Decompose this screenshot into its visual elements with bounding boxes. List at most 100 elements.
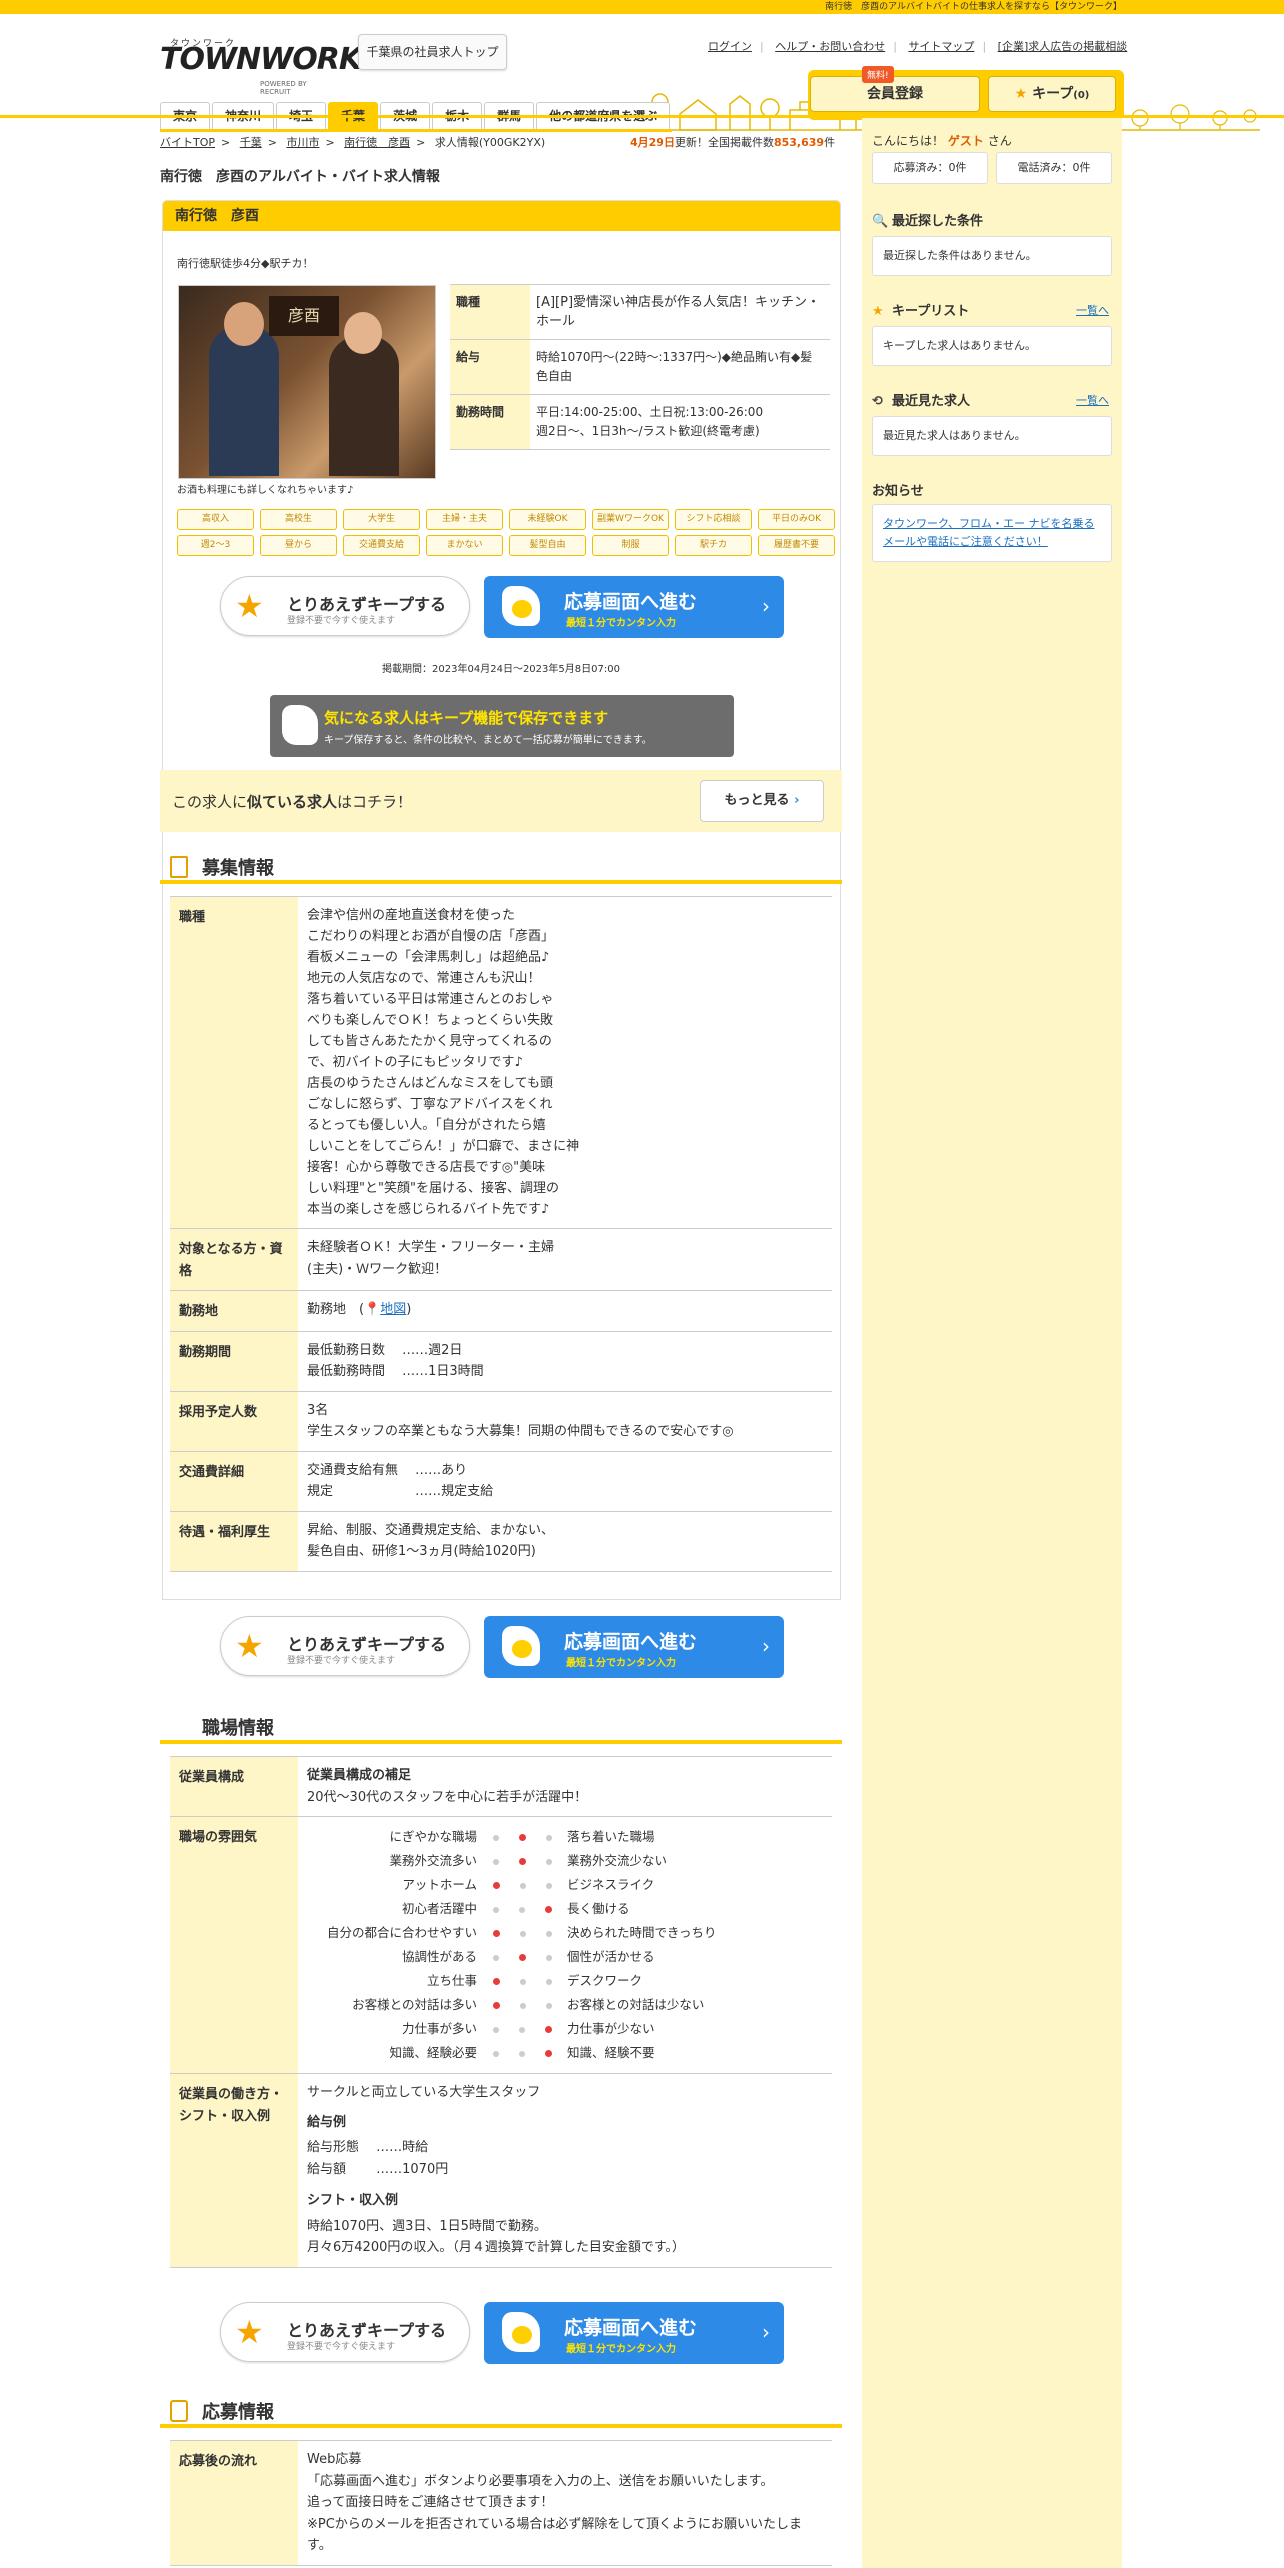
atmosphere-left: にぎやかな職場 [389, 1829, 477, 1845]
keeplist-link[interactable]: 一覧へ [1076, 302, 1109, 318]
apply-button[interactable]: 応募画面へ進む 最短１分でカンタン入力 › [484, 2302, 784, 2364]
atmosphere-scale [477, 1850, 567, 1872]
crumb-ichikawa[interactable]: 市川市 [286, 136, 319, 149]
row-value: サークルと両立している大学生スタッフ 給与例 給与形態 ……時給 給与額 ……1… [298, 2073, 832, 2268]
ad-inquiry-link[interactable]: [企業]求人広告の掲載相談 [998, 40, 1128, 53]
atmosphere-left: 力仕事が多い [401, 2021, 477, 2037]
scale-dot [544, 1906, 552, 1914]
star-icon: ★ [1014, 86, 1028, 102]
member-register-button[interactable]: 会員登録 [810, 76, 980, 112]
atmosphere-right: 落ち着いた職場 [567, 1829, 655, 1845]
star-icon: ★ [872, 304, 884, 319]
workplace-section-header: 職場情報 [160, 1708, 842, 1744]
scale-dot [492, 1858, 499, 1865]
summary-label: 職種 [450, 284, 530, 340]
atmosphere-right: 決められた時間できっちり [567, 1925, 717, 1941]
atmosphere-left: 初心者活躍中 [401, 1901, 477, 1917]
atmosphere-row: にぎやかな職場 落ち着いた職場 [307, 1825, 823, 1849]
row-value: 3名 学生スタッフの卒業ともなう大募集！同期の仲間もできるので安心です◎ [298, 1390, 832, 1452]
scale-dot [492, 1882, 500, 1890]
page-title: 南行徳 彦酉のアルバイト・バイト求人情報 [160, 169, 440, 185]
atmosphere-left: アットホーム [402, 1877, 477, 1893]
scale-dot [492, 1930, 500, 1938]
feature-tags: 高収入 高校生 大学生 主婦・主夫 未経験OK 副業WワークOK シフト応相談 … [177, 509, 837, 556]
crumb-shop[interactable]: 南行徳 彦酉 [344, 136, 410, 149]
scale-dot [519, 1978, 526, 1985]
apply-button[interactable]: 応募画面へ進む 最短１分でカンタン入力 › [484, 1616, 784, 1678]
scale-dot [519, 1930, 526, 1937]
tag: 主婦・主夫 [426, 509, 503, 530]
scale-dot [518, 1906, 525, 1913]
sitemap-link[interactable]: サイトマップ [908, 40, 974, 53]
keep-count: (0) [1073, 90, 1090, 101]
summary-label: 勤務時間 [450, 394, 530, 450]
update-info: 4月29日更新！全国掲載件数853,639件 [630, 136, 836, 149]
scale-dot [545, 1834, 552, 1841]
recent-search-box: 最近探した条件はありません。 [872, 236, 1112, 276]
keep-feature-banner[interactable]: 気になる求人はキープ機能で保存できます キープ保存すると、条件の比較や、まとめて一… [270, 695, 734, 757]
logo-by: POWERED BY RECRUIT [260, 80, 307, 96]
keep-job-button[interactable]: ★ とりあえずキープする 登録不要で今すぐ使えます [220, 2302, 470, 2362]
keep-header-button[interactable]: ★ キープ(0) [988, 76, 1116, 112]
login-link[interactable]: ログイン [708, 40, 752, 53]
recent-view-link[interactable]: 一覧へ [1076, 392, 1109, 408]
atmosphere-row: アットホーム ビジネスライク [307, 1873, 823, 1897]
atmosphere-row: 協調性がある 個性が活かせる [307, 1945, 823, 1969]
townwork-logo[interactable]: タウンワーク TOWNWORK POWERED BY RECRUIT [160, 28, 362, 96]
row-label: 勤務期間 [170, 1330, 298, 1392]
help-link[interactable]: ヘルプ・お問い合わせ [775, 40, 885, 53]
atmosphere-right: 力仕事が少ない [567, 2021, 655, 2037]
similar-text: この求人に似ている求人はコチラ！ [172, 793, 413, 811]
crumb-chiba[interactable]: 千葉 [240, 136, 262, 149]
row-label: 職場の雰囲気 [170, 1816, 298, 2074]
notice-link[interactable]: タウンワーク、フロム・エー ナビを名乗るメールや電話にご注意ください！ [883, 517, 1095, 548]
row-label: 応募後の流れ [170, 2440, 298, 2566]
row-value: 昇給、制服、交通費規定支給、まかない、 髪色自由、研修1～3ヵ月(時給1020円… [298, 1510, 832, 1572]
row-label: 勤務地 [170, 1290, 298, 1332]
map-link[interactable]: 地図 [380, 1302, 406, 1317]
atmosphere-left: 知識、経験必要 [389, 2045, 477, 2061]
photo-caption: お酒も料理にも詳しくなれちゃいます♪ [177, 485, 354, 496]
more-similar-button[interactable]: もっと見る › [700, 780, 824, 822]
free-badge: 無料! [862, 66, 894, 83]
summary-value: [A][P]愛情深い神店長が作る人気店！キッチン・ホール [530, 284, 830, 340]
scale-dot [518, 1834, 526, 1842]
scale-dot [518, 2050, 525, 2057]
row-value: 従業員構成の補足 20代～30代のスタッフを中心に若手が活躍中！ [298, 1756, 832, 1817]
regular-jobs-top-button[interactable]: 千葉県の社員求人トップ [358, 34, 507, 70]
atmosphere-scale [477, 2042, 567, 2064]
scale-dot [545, 1858, 552, 1865]
called-count[interactable]: 電話済み：0件 [996, 152, 1112, 184]
tag: 大学生 [343, 509, 420, 530]
scale-dot [492, 2026, 499, 2033]
recent-view-box: 最近見た求人はありません。 [872, 416, 1112, 456]
scale-dot [518, 1954, 526, 1962]
star-icon: ★ [235, 587, 264, 625]
keep-job-button[interactable]: ★ とりあえずキープする 登録不要で今すぐ使えます [220, 1616, 470, 1676]
tag: 制服 [592, 535, 669, 556]
atmosphere-right: 個性が活かせる [567, 1949, 655, 1965]
keep-label: キープ [1032, 86, 1074, 102]
mascot-icon [282, 705, 318, 745]
scale-dot [544, 2050, 552, 2058]
crumb-top[interactable]: バイトTOP [160, 136, 215, 149]
scale-dot [519, 2002, 526, 2009]
atmosphere-row: 自分の都合に合わせやすい 決められた時間できっちり [307, 1921, 823, 1945]
atmosphere-right: 知識、経験不要 [567, 2045, 655, 2061]
scale-dot [492, 2050, 499, 2057]
history-icon: ⟲ [872, 394, 883, 409]
applied-count[interactable]: 応募済み：0件 [872, 152, 988, 184]
apply-button[interactable]: 応募画面へ進む 最短１分でカンタン入力 › [484, 576, 784, 638]
atmosphere-row: お客様との対話は多い お客様との対話は少ない [307, 1993, 823, 2017]
scale-dot [519, 1882, 526, 1889]
atmosphere-row: 力仕事が多い 力仕事が少ない [307, 2017, 823, 2041]
tag: シフト応相談 [675, 509, 752, 530]
keep-job-button[interactable]: ★ とりあえずキープする 登録不要で今すぐ使えます [220, 576, 470, 636]
chevron-right-icon: › [762, 2320, 770, 2344]
mascot-icon [502, 1626, 540, 1666]
atmosphere-scale [477, 2018, 567, 2040]
atmosphere-left: 協調性がある [401, 1949, 477, 1965]
tag: 週2～3 [177, 535, 254, 556]
row-value: Web応募 「応募画面へ進む」ボタンより必要事項を入力の上、送信をお願いいたしま… [298, 2440, 832, 2566]
atmosphere-scale [477, 1994, 567, 2016]
